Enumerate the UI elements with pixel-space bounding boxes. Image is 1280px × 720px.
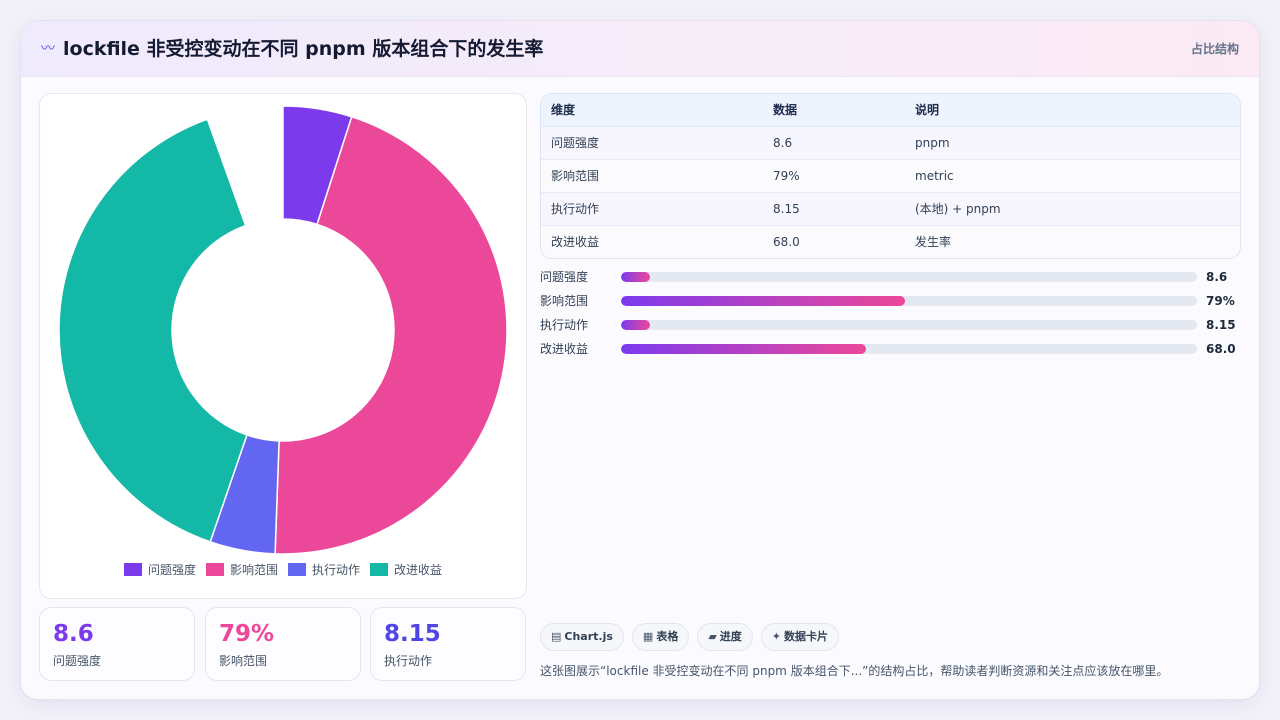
legend-label: 影响范围 [229, 562, 278, 577]
tag-label: 数据卡片 [784, 630, 829, 643]
tag-data-card[interactable]: ✦ 数据卡片 [760, 623, 840, 651]
progress-bars: 问题强度 8.6 影响范围 79% 执行动作 8.15 改进收益 68.0 [540, 267, 1241, 367]
legend-swatch [288, 562, 306, 576]
table-icon: ▦ [642, 630, 654, 643]
table-row: 改进收益 68.0 发生率 [541, 225, 1240, 258]
progress-row: 问题强度 8.6 [540, 267, 1241, 287]
legend-swatch [205, 562, 224, 576]
progress-value: 8.15 [1206, 318, 1236, 332]
chart-caption: 这张图展示“lockfile 非受控变动在不同 pnpm 版本组合下...”的结… [540, 664, 1169, 678]
legend-item-action[interactable]: 执行动作 [288, 560, 360, 578]
table-cell: 8.6 [763, 126, 905, 160]
slice-improvement[interactable] [58, 118, 248, 543]
progress-label: 影响范围 [540, 294, 589, 308]
chart-icon: ▤ [551, 630, 562, 643]
table-cell: metric [905, 159, 1240, 193]
report-card: 〰 lockfile 非受控变动在不同 pnpm 版本组合下的发生率 占比结构 … [20, 20, 1260, 700]
legend-item-problem-intensity[interactable]: 问题强度 [123, 560, 196, 578]
progress-value: 68.0 [1206, 342, 1236, 356]
kpi-value: 8.15 [384, 621, 441, 647]
progress-track [621, 344, 1197, 354]
progress-icon: ▰ [708, 630, 717, 643]
progress-track [621, 320, 1197, 330]
table-cell: 8.15 [763, 192, 905, 226]
table-cell: 影响范围 [541, 159, 763, 193]
legend-swatch [123, 562, 142, 576]
table-header-row: 维度 数据 说明 [541, 94, 1240, 127]
kpi-value: 8.6 [53, 621, 94, 647]
kpi-card-impact-scope: 79% 影响范围 [205, 607, 361, 681]
tag-chartjs[interactable]: ▤ Chart.js [540, 623, 624, 651]
progress-label: 执行动作 [540, 318, 589, 332]
progress-row: 执行动作 8.15 [540, 315, 1241, 335]
column-header: 说明 [905, 94, 1240, 127]
column-header: 数据 [763, 94, 905, 127]
progress-track [621, 272, 1197, 282]
tag-label: 进度 [719, 630, 742, 643]
kpi-label: 执行动作 [384, 654, 433, 668]
progress-label: 问题强度 [540, 270, 589, 284]
tag-table[interactable]: ▦ 表格 [631, 623, 690, 651]
table-cell: (本地) + pnpm [905, 192, 1240, 226]
table-row: 执行动作 8.15 (本地) + pnpm [541, 192, 1240, 226]
table-cell: 79% [763, 159, 905, 193]
kpi-card-problem-intensity: 8.6 问题强度 [39, 607, 195, 681]
chart-type-label: 占比结构 [1190, 42, 1239, 56]
legend-label: 改进收益 [394, 562, 443, 577]
progress-fill [621, 344, 866, 354]
chart-legend: 问题强度 影响范围 执行动作 改进收益 [40, 560, 526, 578]
progress-fill [621, 272, 650, 282]
sparkle-icon: ✦ [771, 630, 782, 643]
table-cell: 改进收益 [541, 225, 763, 258]
progress-row: 影响范围 79% [540, 291, 1241, 311]
progress-fill [621, 296, 905, 306]
legend-item-improvement[interactable]: 改进收益 [370, 560, 442, 578]
card-header: 〰 lockfile 非受控变动在不同 pnpm 版本组合下的发生率 占比结构 [21, 21, 1259, 77]
table-row: 问题强度 8.6 pnpm [541, 126, 1240, 160]
table-cell: pnpm [905, 126, 1240, 160]
legend-label: 问题强度 [147, 562, 196, 577]
legend-item-impact-scope[interactable]: 影响范围 [205, 560, 278, 578]
page-title: lockfile 非受控变动在不同 pnpm 版本组合下的发生率 [63, 38, 544, 60]
kpi-card-action: 8.15 执行动作 [370, 607, 526, 681]
doughnut-chart [58, 105, 508, 554]
doughnut-chart-panel: 问题强度 影响范围 执行动作 改进收益 [39, 93, 527, 599]
table-row: 影响范围 79% metric [541, 159, 1240, 193]
progress-value: 8.6 [1206, 270, 1228, 284]
column-header: 维度 [541, 94, 763, 127]
table-cell: 问题强度 [541, 126, 763, 160]
tag-label: 表格 [656, 630, 679, 643]
table-cell: 发生率 [905, 225, 1240, 258]
kpi-value: 79% [219, 621, 275, 647]
table-cell: 68.0 [763, 225, 905, 258]
data-table: 维度 数据 说明 问题强度 8.6 pnpm 影响范围 79% metric 执… [540, 93, 1241, 259]
progress-track [621, 296, 1197, 306]
feature-tags: ▤ Chart.js ▦ 表格 ▰ 进度 ✦ 数据卡片 [540, 623, 840, 651]
progress-label: 改进收益 [540, 342, 589, 356]
trend-icon: 〰 [41, 41, 55, 57]
progress-fill [621, 320, 650, 330]
progress-row: 改进收益 68.0 [540, 339, 1241, 359]
tag-progress[interactable]: ▰ 进度 [697, 623, 753, 651]
legend-swatch [370, 562, 389, 576]
kpi-label: 问题强度 [53, 654, 102, 668]
progress-value: 79% [1206, 294, 1235, 308]
tag-label: Chart.js [564, 630, 613, 643]
table-cell: 执行动作 [541, 192, 763, 226]
kpi-label: 影响范围 [219, 654, 268, 668]
legend-label: 执行动作 [312, 562, 361, 577]
